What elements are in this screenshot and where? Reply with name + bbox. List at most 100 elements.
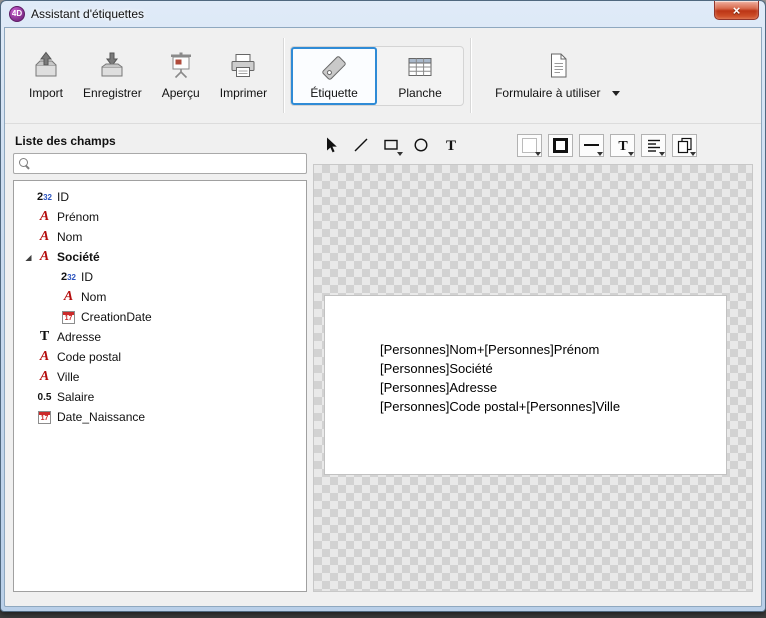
field-type-text-icon: T: [35, 329, 54, 345]
border-color-picker[interactable]: [548, 134, 573, 157]
fields-panel: Liste des champs 232IDAPrénomANom◢ASocié…: [13, 128, 307, 592]
svg-text:T: T: [618, 139, 628, 153]
label-line[interactable]: [Personnes]Société: [380, 359, 620, 378]
field-item[interactable]: ANom: [14, 287, 306, 307]
field-type-alpha-icon: A: [35, 369, 54, 385]
tab-sheet[interactable]: Planche: [377, 47, 463, 105]
fields-panel-title: Liste des champs: [15, 134, 307, 148]
rectangle-tool[interactable]: [377, 133, 404, 158]
label-text-block: [Personnes]Nom+[Personnes]Prénom[Personn…: [380, 340, 620, 416]
form-selector-label: Formulaire à utiliser: [495, 86, 600, 100]
field-name: CreationDate: [81, 310, 152, 324]
field-name: Ville: [57, 370, 79, 384]
label-line[interactable]: [Personnes]Nom+[Personnes]Prénom: [380, 340, 620, 359]
print-icon: [228, 51, 258, 81]
chevron-down-icon: [612, 91, 620, 96]
align-dropdown-icon[interactable]: [659, 152, 665, 156]
print-button[interactable]: Imprimer: [210, 47, 277, 104]
expand-triangle-icon[interactable]: ◢: [22, 253, 35, 262]
import-icon: [31, 51, 61, 81]
field-type-alpha-icon: A: [35, 209, 54, 225]
field-item[interactable]: 232ID: [14, 267, 306, 287]
field-name: Nom: [81, 290, 106, 304]
toolbar-separator: [470, 38, 471, 113]
field-type-date-icon: 17: [35, 411, 54, 424]
print-label: Imprimer: [220, 86, 267, 100]
preview-button[interactable]: Aperçu: [152, 47, 210, 104]
window-body: Import Enregistrer: [4, 27, 762, 607]
field-item[interactable]: 17CreationDate: [14, 307, 306, 327]
design-toolbar: T T: [313, 128, 753, 164]
field-item[interactable]: 0.5Salaire: [14, 387, 306, 407]
search-input[interactable]: [35, 155, 301, 172]
titlebar[interactable]: 4D Assistant d'étiquettes ×: [1, 1, 765, 26]
field-item[interactable]: ANom: [14, 227, 306, 247]
tab-label[interactable]: Étiquette: [291, 47, 377, 105]
duplicate-picker[interactable]: [672, 134, 697, 157]
label-design-canvas[interactable]: [Personnes]Nom+[Personnes]Prénom[Personn…: [313, 164, 753, 592]
field-type-alpha-icon: A: [35, 249, 54, 265]
field-list: 232IDAPrénomANom◢ASociété232IDANom17Crea…: [13, 180, 307, 592]
duplicate-dropdown-icon[interactable]: [690, 152, 696, 156]
field-type-alpha-icon: A: [59, 289, 78, 305]
svg-text:T: T: [445, 138, 455, 154]
save-label: Enregistrer: [83, 86, 142, 100]
field-item[interactable]: 17Date_Naissance: [14, 407, 306, 427]
fill-color-picker[interactable]: [517, 134, 542, 157]
field-search-box: [13, 153, 307, 174]
label-line[interactable]: [Personnes]Adresse: [380, 378, 620, 397]
field-item[interactable]: APrénom: [14, 207, 306, 227]
import-button[interactable]: Import: [19, 47, 73, 104]
line-width-swatch: [584, 144, 599, 146]
line-width-picker[interactable]: [579, 134, 604, 157]
oval-tool[interactable]: [407, 133, 434, 158]
field-item[interactable]: AVille: [14, 367, 306, 387]
save-icon: [97, 51, 127, 81]
field-item[interactable]: 232ID: [14, 187, 306, 207]
rectangle-tool-dropdown-icon[interactable]: [397, 152, 403, 156]
field-item[interactable]: ACode postal: [14, 347, 306, 367]
tab-sheet-text: Planche: [398, 86, 441, 100]
app-4d-logo-icon: 4D: [9, 6, 25, 22]
main-toolbar: Import Enregistrer: [5, 28, 761, 124]
design-panel: T T: [313, 128, 753, 592]
fill-color-swatch: [522, 138, 537, 153]
field-name: Nom: [57, 230, 82, 244]
save-button[interactable]: Enregistrer: [73, 47, 152, 104]
document-icon: [543, 51, 573, 81]
field-name: Code postal: [57, 350, 121, 364]
close-button[interactable]: ×: [714, 1, 759, 20]
field-type-alpha-icon: A: [35, 229, 54, 245]
text-style-dropdown-icon[interactable]: [628, 152, 634, 156]
field-item[interactable]: ◢ASociété: [14, 247, 306, 267]
field-name: Prénom: [57, 210, 99, 224]
field-name: Salaire: [57, 390, 94, 404]
align-picker[interactable]: [641, 134, 666, 157]
label-preview-card[interactable]: [Personnes]Nom+[Personnes]Prénom[Personn…: [324, 295, 727, 475]
fill-color-dropdown-icon[interactable]: [535, 152, 541, 156]
search-icon: [19, 158, 30, 170]
label-wizard-window: 4D Assistant d'étiquettes × Import: [0, 0, 766, 612]
text-tool[interactable]: T: [437, 133, 464, 158]
field-name: ID: [81, 270, 93, 284]
line-width-dropdown-icon[interactable]: [597, 152, 603, 156]
field-item[interactable]: TAdresse: [14, 327, 306, 347]
field-type-real-icon: 0.5: [35, 392, 54, 403]
field-type-alpha-icon: A: [35, 349, 54, 365]
import-label: Import: [29, 86, 63, 100]
border-color-swatch: [553, 138, 568, 153]
field-name: Date_Naissance: [57, 410, 145, 424]
field-type-longint-icon: 232: [35, 191, 54, 203]
window-title: Assistant d'étiquettes: [31, 7, 144, 21]
line-tool[interactable]: [347, 133, 374, 158]
select-tool[interactable]: [317, 133, 344, 158]
form-selector-button[interactable]: Formulaire à utiliser: [495, 51, 620, 100]
label-line[interactable]: [Personnes]Code postal+[Personnes]Ville: [380, 397, 620, 416]
preview-label: Aperçu: [162, 86, 200, 100]
toolbar-separator: [283, 38, 284, 113]
field-name: Adresse: [57, 330, 101, 344]
label-sheet-tab-group: Étiquette Planche: [290, 46, 464, 106]
field-name: Société: [57, 250, 100, 264]
table-grid-icon: [405, 52, 435, 82]
text-style-picker[interactable]: T: [610, 134, 635, 157]
